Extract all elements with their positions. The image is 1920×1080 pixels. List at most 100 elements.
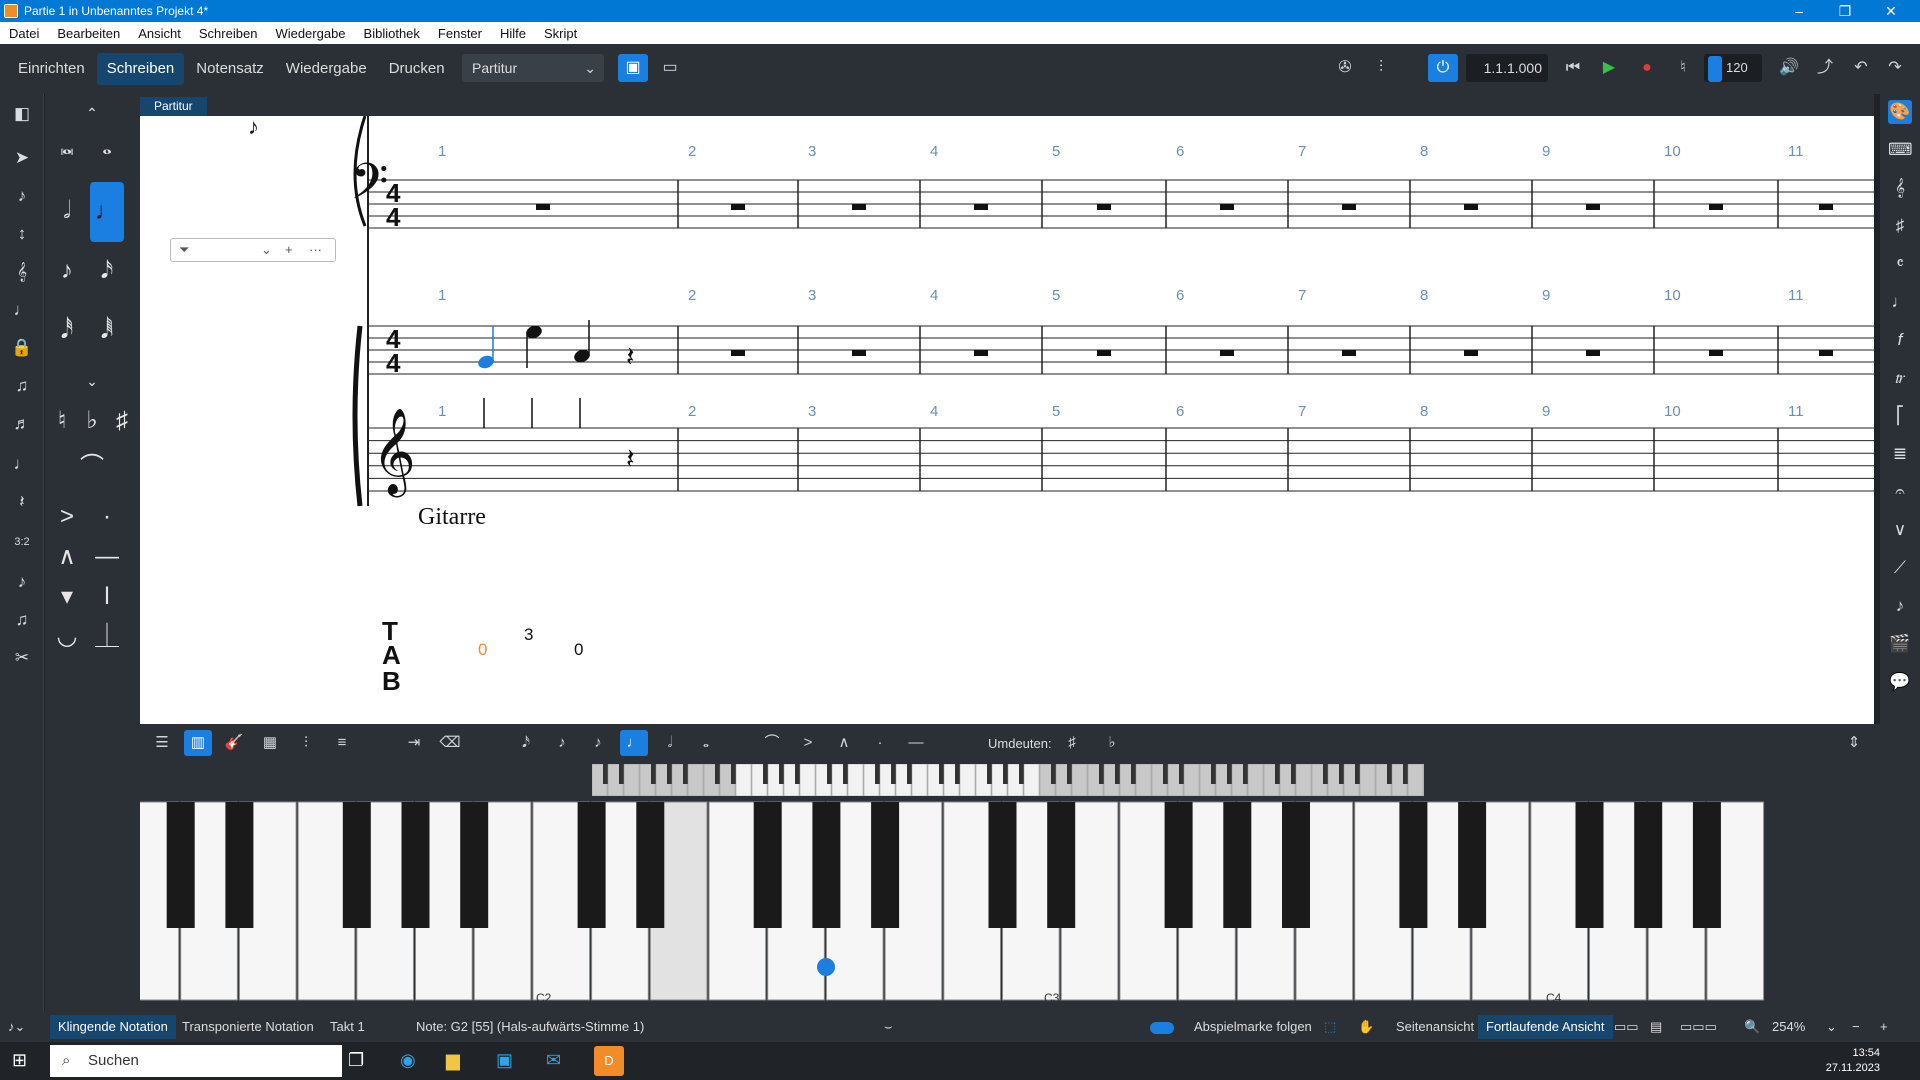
black-key[interactable] (577, 802, 606, 928)
menu-ansicht[interactable]: Ansicht (129, 26, 190, 41)
palette-icon[interactable]: 🎨 (1888, 100, 1912, 124)
zoom-value[interactable]: 254% (1772, 1019, 1805, 1034)
repeat-endings-icon[interactable]: ⎡ (1888, 404, 1912, 428)
sixteenth-note-icon[interactable]: 𝅘𝅥𝅯 (90, 254, 124, 288)
page-view-button[interactable]: Seitenansicht (1396, 1019, 1474, 1034)
collapse-icon[interactable]: ⇕ (1840, 730, 1868, 756)
whole-rest[interactable] (1220, 350, 1234, 356)
sounding-notation-toggle[interactable]: Klingende Notation (50, 1015, 176, 1039)
chevron-down-icon[interactable]: ⌄ (1826, 1019, 1837, 1035)
menu-wiedergabe[interactable]: Wiedergabe (266, 26, 354, 41)
ornaments-icon[interactable]: 𝆖 (1888, 366, 1912, 390)
black-key[interactable] (1164, 802, 1193, 928)
whole-rest[interactable] (974, 204, 988, 210)
minimize-button[interactable]: – (1776, 0, 1822, 22)
black-key[interactable] (1047, 802, 1076, 928)
whole-rest[interactable] (1342, 204, 1356, 210)
whole-rest[interactable] (852, 350, 866, 356)
lock-icon[interactable]: 🔒 (10, 336, 34, 360)
follow-toggle[interactable] (1150, 1022, 1174, 1034)
half-note-icon[interactable]: 𝅗𝅥 (656, 730, 684, 756)
black-key[interactable] (636, 802, 665, 928)
whole-rest[interactable] (1586, 350, 1600, 356)
half-note-icon[interactable]: 𝅗𝅥 (50, 194, 84, 228)
dorico-app-icon[interactable]: D (594, 1046, 624, 1076)
stem-icon[interactable]: ♩ (10, 298, 34, 322)
staccato-icon[interactable]: · (90, 500, 124, 534)
tenuto-icon[interactable]: — (902, 730, 930, 756)
close-button[interactable]: ✕ (1868, 0, 1914, 22)
export-icon[interactable]: ⤴ (1810, 54, 1840, 82)
piano-keyboard-icon[interactable]: ▥ (184, 730, 212, 756)
tenuto-icon[interactable]: — (90, 540, 124, 574)
black-key[interactable] (225, 802, 254, 928)
chevron-down-icon[interactable]: ⌄ (75, 364, 109, 398)
whole-rest[interactable] (1097, 350, 1111, 356)
dotted-eighth-icon[interactable]: ♪ (584, 730, 612, 756)
windows-start-icon[interactable]: ⊞ (12, 1050, 27, 1071)
black-key[interactable] (1282, 802, 1310, 928)
tab-notensatz[interactable]: Notensatz (186, 53, 274, 85)
delete-icon[interactable]: ⌫ (436, 730, 464, 756)
cue-icon[interactable]: ♪ (10, 570, 34, 594)
guitar-icon[interactable]: 🎸 (220, 730, 248, 756)
whole-rest[interactable] (1819, 204, 1833, 210)
black-key[interactable] (342, 802, 371, 928)
zoom-in-icon[interactable]: + (1880, 1019, 1888, 1034)
tab-wiedergabe[interactable]: Wiedergabe (276, 53, 377, 85)
redo-icon[interactable]: ↷ (1880, 54, 1910, 82)
whole-rest[interactable] (1709, 204, 1723, 210)
task-view-icon[interactable]: ❐ (348, 1050, 364, 1071)
chevron-down-icon[interactable]: ⌄ (261, 239, 272, 261)
galley-view-button[interactable]: Fortlaufende Ansicht (1478, 1015, 1613, 1039)
whole-rest[interactable] (731, 204, 745, 210)
volume-icon[interactable]: 🔊 (1774, 54, 1804, 82)
sixteenth-note-icon[interactable]: 𝅘𝅥𝅯 (512, 730, 540, 756)
scissors-icon[interactable]: ✂ (10, 646, 34, 670)
tempo-mark-icon[interactable]: ♩ (1888, 290, 1912, 314)
zoom-icon[interactable]: 🔍 (1744, 1019, 1760, 1035)
note-input-icon[interactable]: ♪ (10, 184, 34, 208)
rest-icon[interactable]: 𝄽 (10, 490, 34, 514)
page-view-icon[interactable]: ▣ (618, 54, 648, 82)
comment-icon[interactable]: 💬 (1888, 670, 1912, 694)
align-icon[interactable]: ≡ (328, 730, 356, 756)
restore-button[interactable]: ❐ (1822, 0, 1868, 22)
mixer-icon[interactable]: ⫶ (1366, 54, 1396, 82)
edge-icon[interactable]: ◉ (400, 1050, 416, 1071)
black-key[interactable] (1458, 802, 1487, 928)
selection-icon[interactable]: ⬚ (1324, 1019, 1336, 1035)
stress-icon[interactable]: ⏊ (90, 620, 124, 654)
tab-schreiben[interactable]: Schreiben (96, 53, 185, 85)
more-icon[interactable]: ··· (309, 239, 322, 261)
whole-rest[interactable] (974, 350, 988, 356)
black-key[interactable] (1575, 802, 1604, 928)
tie-icon[interactable]: ⌒ (75, 450, 109, 484)
quarter-note-icon[interactable]: ♩ (90, 182, 124, 242)
menu-hilfe[interactable]: Hilfe (491, 26, 535, 41)
insert-icon[interactable]: ⇥ (400, 730, 428, 756)
pitch-icon[interactable]: ↕ (10, 222, 34, 246)
black-key[interactable] (988, 802, 1017, 928)
transposed-notation-toggle[interactable]: Transponierte Notation (182, 1019, 314, 1034)
menu-datei[interactable]: Datei (0, 26, 48, 41)
menu-schreiben[interactable]: Schreiben (190, 26, 267, 41)
fermata-icon[interactable]: 𝄐 (1888, 480, 1912, 504)
black-key[interactable] (1634, 802, 1663, 928)
thirty-second-note-icon[interactable]: 𝅘𝅥𝅰 (50, 314, 84, 348)
black-key[interactable] (1223, 802, 1252, 928)
chord-symbol-icon[interactable]: ♪ (1888, 594, 1912, 618)
tab-fret-0-selected[interactable]: 0 (478, 640, 487, 659)
select-arrow-icon[interactable]: ➤ (10, 146, 34, 170)
marcato-icon[interactable]: ∧ (830, 730, 858, 756)
dynamics-icon[interactable]: f (1888, 328, 1912, 352)
clapper-icon[interactable]: 🎬 (1888, 632, 1912, 656)
filter-popover[interactable]: ⏷ ⌄ + ··· (170, 238, 336, 262)
file-explorer-icon[interactable]: ▆ (446, 1050, 460, 1071)
score-view[interactable]: Partitur 44 4 4 𝄽 𝄽 1 2 3 4 5 6 7 8 9 10 11 1 2 3 4 5 6 7 8 9… (140, 94, 1874, 724)
black-key[interactable] (460, 802, 489, 928)
whole-rest[interactable] (1464, 350, 1478, 356)
whole-note-icon[interactable]: 𝅝 (90, 130, 124, 164)
piano-keyboard[interactable]: C2 C3 C4 (140, 762, 1880, 1012)
black-key[interactable] (401, 802, 430, 928)
